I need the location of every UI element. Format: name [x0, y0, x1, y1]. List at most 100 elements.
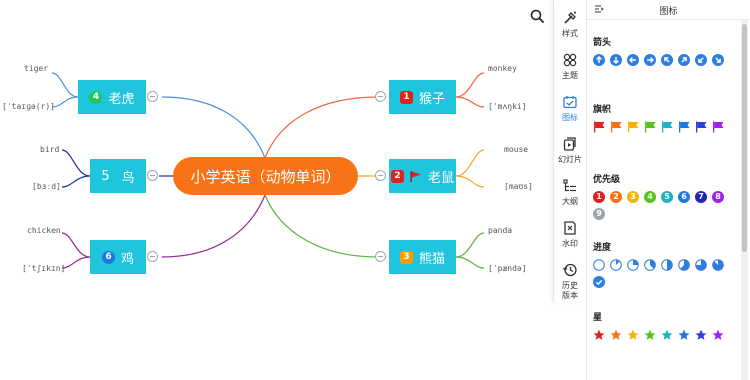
flag-icon-grid	[593, 121, 725, 133]
collapse-toggle[interactable]	[375, 170, 386, 181]
flag-icon[interactable]	[712, 121, 724, 133]
topic-number: 5	[101, 168, 110, 184]
topic-bird[interactable]: 5 鸟	[90, 159, 146, 193]
phonetic-monkey[interactable]: [ˈmʌŋki]	[488, 102, 527, 111]
arrow-icon-grid	[593, 54, 725, 66]
progress-icon[interactable]	[627, 259, 639, 271]
phonetic-tiger[interactable]: [ˈtaɪɡə(r)]	[2, 102, 55, 111]
flag-icon[interactable]	[593, 121, 605, 133]
priority-2-icon[interactable]: 2	[610, 191, 622, 203]
arrow-down-right-icon[interactable]	[712, 54, 724, 66]
tool-theme[interactable]: 主题	[554, 50, 587, 92]
word-monkey[interactable]: monkey	[488, 64, 517, 73]
root-topic[interactable]: 小学英语（动物单词）	[173, 157, 358, 195]
phonetic-panda[interactable]: [ˈpændə]	[488, 264, 527, 273]
flag-icon[interactable]	[661, 121, 673, 133]
priority-icon-grid: 12345678 9	[593, 191, 725, 220]
icons-icon	[563, 96, 577, 109]
progress-icon[interactable]	[661, 259, 673, 271]
tool-history-label: 历史 版本	[562, 281, 578, 300]
tool-style[interactable]: 样式	[554, 8, 587, 50]
star-icon[interactable]	[712, 329, 724, 341]
topic-label: 猴子	[418, 91, 445, 107]
flag-icon[interactable]	[678, 121, 690, 133]
word-chicken[interactable]: chicken	[27, 226, 61, 235]
style-icon	[564, 11, 576, 24]
topic-panda[interactable]: 3 熊猫	[389, 240, 456, 274]
tool-icons[interactable]: 图标	[554, 92, 587, 134]
arrow-up-left-icon[interactable]	[661, 54, 673, 66]
flag-icon[interactable]	[610, 121, 622, 133]
collapse-toggle[interactable]	[375, 251, 386, 262]
phonetic-mouse[interactable]: [maʊs]	[504, 182, 533, 191]
tool-slides[interactable]: 幻灯片	[554, 134, 587, 176]
topic-chicken[interactable]: 6 鸡	[90, 240, 146, 274]
arrow-up-right-icon[interactable]	[678, 54, 690, 66]
collapse-toggle[interactable]	[375, 91, 386, 102]
star-icon[interactable]	[593, 329, 605, 341]
arrow-down-left-icon[interactable]	[695, 54, 707, 66]
scrollbar-thumb[interactable]	[742, 24, 747, 252]
star-icon[interactable]	[627, 329, 639, 341]
tool-slides-label: 幻灯片	[558, 155, 582, 164]
phonetic-bird[interactable]: [bɜːd]	[32, 182, 61, 191]
arrow-right-icon[interactable]	[644, 54, 656, 66]
tool-theme-label: 主题	[562, 71, 578, 80]
priority-5-icon[interactable]: 5	[661, 191, 673, 203]
star-icon[interactable]	[695, 329, 707, 341]
priority-2-icon: 2	[390, 169, 404, 183]
arrow-left-icon[interactable]	[627, 54, 639, 66]
word-panda[interactable]: panda	[488, 226, 512, 235]
theme-icon	[563, 53, 577, 67]
priority-7-icon[interactable]: 7	[695, 191, 707, 203]
star-icon[interactable]	[661, 329, 673, 341]
word-bird[interactable]: bird	[40, 145, 59, 154]
progress-icon[interactable]	[593, 259, 605, 271]
star-icon[interactable]	[644, 329, 656, 341]
tool-history[interactable]: 历史 版本	[554, 260, 587, 302]
collapse-toggle[interactable]	[147, 91, 158, 102]
topic-monkey[interactable]: 1 猴子	[389, 80, 456, 114]
flag-icon[interactable]	[695, 121, 707, 133]
topic-mouse[interactable]: 2 老鼠	[389, 159, 456, 193]
panel-title: 图标	[659, 7, 678, 17]
section-stars: 星	[593, 310, 733, 341]
panel-scrollbar[interactable]	[741, 20, 748, 380]
progress-icon[interactable]	[712, 259, 724, 271]
tool-outline[interactable]: 大纲	[554, 176, 587, 218]
priority-1-icon[interactable]: 1	[593, 191, 605, 203]
collapse-toggle[interactable]	[147, 170, 158, 181]
priority-4-icon[interactable]: 4	[644, 191, 656, 203]
flag-icon[interactable]	[627, 121, 639, 133]
phonetic-chicken[interactable]: [ˈtʃɪkɪn]	[22, 264, 65, 273]
outline-icon	[563, 179, 576, 192]
progress-icon[interactable]	[610, 259, 622, 271]
progress-icon[interactable]	[593, 276, 605, 288]
progress-icon[interactable]	[678, 259, 690, 271]
priority-9-icon[interactable]: 9	[593, 208, 605, 220]
priority-3-icon[interactable]: 3	[627, 191, 639, 203]
arrow-down-icon[interactable]	[610, 54, 622, 66]
word-mouse[interactable]: mouse	[504, 145, 528, 154]
mindmap-canvas[interactable]: 小学英语（动物单词） 4 老虎 tiger [ˈtaɪɡə(r)] 5 鸟 bi…	[0, 0, 553, 380]
section-title: 箭头	[593, 38, 612, 48]
search-icon[interactable]	[530, 8, 544, 23]
tool-watermark-label: 水印	[562, 239, 578, 248]
collapse-toggle[interactable]	[147, 251, 158, 262]
arrow-up-icon[interactable]	[593, 54, 605, 66]
topic-tiger[interactable]: 4 老虎	[78, 80, 146, 114]
progress-icon[interactable]	[695, 259, 707, 271]
progress-icon[interactable]	[644, 259, 656, 271]
star-icon[interactable]	[610, 329, 622, 341]
tool-watermark[interactable]: 水印	[554, 218, 587, 260]
priority-8-icon[interactable]: 8	[712, 191, 724, 203]
word-tiger[interactable]: tiger	[24, 64, 48, 73]
slides-icon	[563, 137, 576, 151]
priority-6-icon[interactable]: 6	[678, 191, 690, 203]
progress-icon-grid	[593, 259, 725, 288]
topic-label: 鸡	[120, 251, 134, 267]
section-title: 优先级	[593, 175, 621, 185]
star-icon[interactable]	[678, 329, 690, 341]
flag-icon[interactable]	[644, 121, 656, 133]
tool-style-label: 样式	[562, 29, 578, 38]
